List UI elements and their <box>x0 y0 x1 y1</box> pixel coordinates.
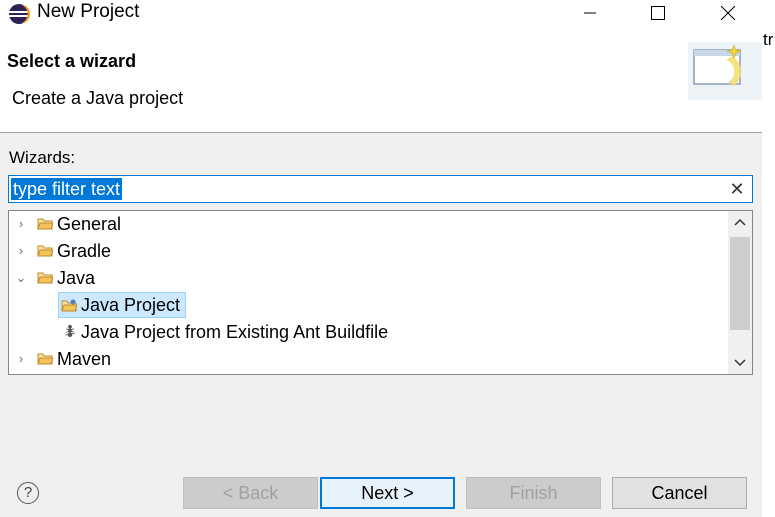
chevron-up-icon <box>734 218 746 226</box>
minimize-button[interactable] <box>560 0 620 26</box>
tree-item-label: Java Project from Existing Ant Buildfile <box>81 322 389 342</box>
tree-item-label: Java <box>57 268 96 288</box>
tree-item-java-project-ant[interactable]: Java Project from Existing Ant Buildfile <box>58 319 727 345</box>
back-button[interactable]: < Back <box>183 477 318 509</box>
folder-icon <box>37 245 53 257</box>
java-project-icon <box>61 299 77 312</box>
scroll-thumb[interactable] <box>730 237 750 330</box>
close-icon <box>721 6 735 20</box>
folder-icon <box>37 272 53 284</box>
scroll-up-button[interactable] <box>728 211 752 233</box>
wizard-tree[interactable]: › General › Gradle ⌄ Java Java Project J… <box>8 210 753 375</box>
background-window-text: tr <box>762 28 775 68</box>
ant-icon <box>65 324 75 337</box>
chevron-down-icon <box>734 359 746 367</box>
close-button[interactable] <box>698 0 758 26</box>
wizards-label: Wizards: <box>9 148 76 167</box>
filter-input[interactable]: type filter text <box>11 178 123 200</box>
scroll-down-button[interactable] <box>728 352 752 374</box>
tree-item-label: Java Project <box>81 295 181 315</box>
background-window-strip <box>762 0 775 517</box>
page-description: Create a Java project <box>12 88 184 108</box>
clear-filter-icon[interactable]: ✕ <box>728 179 746 199</box>
minimize-icon <box>584 12 596 14</box>
next-button[interactable]: Next > <box>320 477 455 509</box>
window-title: New Project <box>37 1 140 22</box>
cancel-button[interactable]: Cancel <box>612 477 747 509</box>
wizard-header: Select a wizard Create a Java project <box>0 28 762 133</box>
chevron-right-icon[interactable]: › <box>15 211 27 237</box>
tree-item-gradle[interactable]: › Gradle <box>9 238 727 264</box>
maximize-button[interactable] <box>628 0 688 26</box>
tree-item-label: General <box>57 214 122 234</box>
tree-item-maven[interactable]: › Maven <box>9 346 727 372</box>
chevron-down-icon[interactable]: ⌄ <box>15 265 27 291</box>
page-title: Select a wizard <box>7 51 137 71</box>
folder-icon <box>37 353 53 365</box>
filter-box: type filter text ✕ <box>8 175 753 203</box>
tree-item-general[interactable]: › General <box>9 211 727 237</box>
folder-icon <box>37 218 53 230</box>
title-bar: New Project <box>0 0 762 28</box>
chevron-right-icon[interactable]: › <box>15 346 27 372</box>
tree-scrollbar[interactable] <box>728 211 752 374</box>
tree-item-label: Maven <box>57 349 112 369</box>
tree-item-label: Gradle <box>57 241 112 261</box>
maximize-icon <box>651 6 665 20</box>
finish-button[interactable]: Finish <box>466 477 601 509</box>
eclipse-icon <box>9 4 30 24</box>
help-button[interactable]: ? <box>17 482 39 504</box>
chevron-right-icon[interactable]: › <box>15 238 27 264</box>
tree-item-java[interactable]: ⌄ Java <box>9 265 727 291</box>
tree-item-java-project[interactable]: Java Project <box>58 292 186 318</box>
wizard-banner-icon <box>688 42 762 100</box>
